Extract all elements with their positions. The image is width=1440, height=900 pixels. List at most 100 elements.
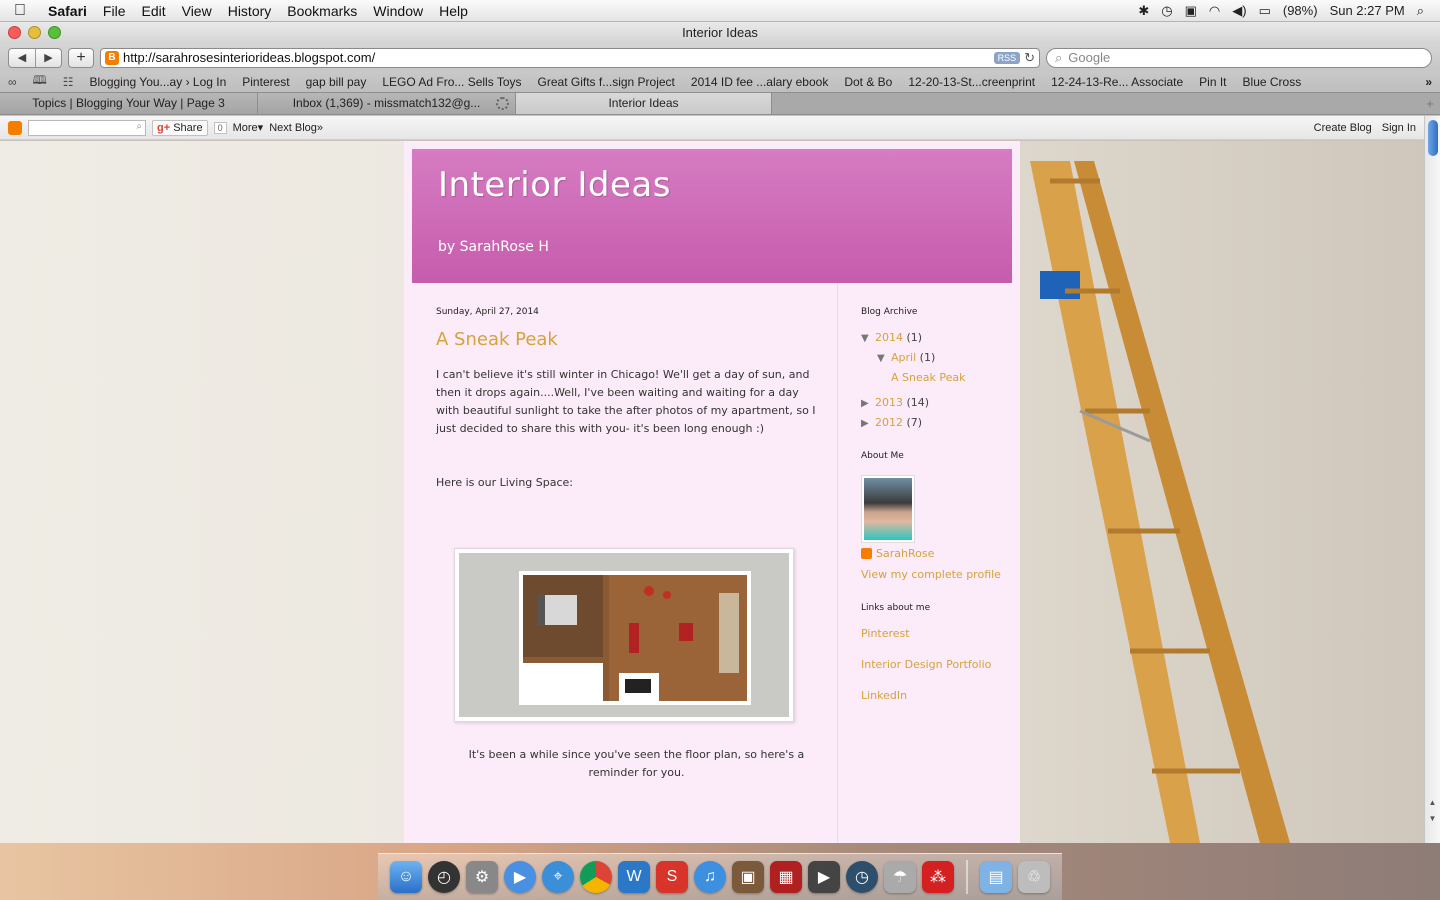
- menu-bookmarks[interactable]: Bookmarks: [279, 3, 365, 19]
- sketchup-icon[interactable]: S: [656, 861, 688, 893]
- collapse-triangle-icon[interactable]: ▼: [877, 353, 891, 364]
- downloads-folder-icon[interactable]: ▤: [980, 861, 1012, 893]
- bookmark-item[interactable]: gap bill pay: [306, 75, 367, 89]
- wifi-icon[interactable]: ◠: [1209, 3, 1220, 19]
- itunes-icon[interactable]: ♫: [694, 861, 726, 893]
- archive-post[interactable]: A Sneak Peak: [861, 371, 1008, 384]
- next-blog-link[interactable]: Next Blog»: [269, 122, 323, 134]
- time-machine-icon[interactable]: ◷: [846, 861, 878, 893]
- link-portfolio[interactable]: Interior Design Portfolio: [861, 658, 1008, 671]
- profile-avatar[interactable]: [861, 475, 915, 543]
- spotlight-icon[interactable]: ⌕: [1417, 3, 1424, 19]
- app-store-icon[interactable]: ☂: [884, 861, 916, 893]
- archive-year-2013[interactable]: ▶ 2013 (14): [861, 396, 1008, 409]
- address-bar[interactable]: B http://sarahrosesinteriorideas.blogspo…: [100, 47, 1040, 68]
- link-pinterest[interactable]: Pinterest: [861, 627, 1008, 640]
- more-menu[interactable]: More▾: [233, 121, 264, 134]
- finder-icon[interactable]: ☺: [390, 861, 422, 893]
- menu-edit[interactable]: Edit: [133, 3, 173, 19]
- archive-year-2012[interactable]: ▶ 2012 (7): [861, 416, 1008, 429]
- floor-plan-image[interactable]: [454, 548, 794, 722]
- menu-window[interactable]: Window: [365, 3, 431, 19]
- bookmark-item[interactable]: Blue Cross: [1243, 75, 1302, 89]
- archive-post-link[interactable]: A Sneak Peak: [891, 371, 965, 384]
- dashboard-icon[interactable]: ◴: [428, 861, 460, 893]
- safari-icon[interactable]: ⌖: [542, 861, 574, 893]
- menu-help[interactable]: Help: [431, 3, 476, 19]
- expand-triangle-icon[interactable]: ▶: [861, 418, 875, 429]
- archive-month-april[interactable]: ▼ April (1): [861, 351, 1008, 364]
- tab-interior-ideas[interactable]: Interior Ideas: [516, 93, 772, 114]
- google-plus-share-button[interactable]: g+ Share: [152, 119, 208, 136]
- volume-icon[interactable]: ◀): [1232, 3, 1246, 19]
- blog-title[interactable]: Interior Ideas: [438, 165, 986, 205]
- search-field[interactable]: ⌕ Google: [1046, 47, 1432, 68]
- rss-button[interactable]: RSS: [993, 51, 1021, 64]
- new-tab-icon[interactable]: +: [1420, 93, 1440, 114]
- quicktime-icon[interactable]: ▶: [808, 861, 840, 893]
- iphoto-icon[interactable]: ▣: [732, 861, 764, 893]
- apple-icon[interactable]: : [0, 2, 40, 20]
- bookmark-item[interactable]: 12-24-13-Re... Associate: [1051, 75, 1183, 89]
- scroll-up-arrow-icon[interactable]: ▲: [1425, 798, 1440, 807]
- zoom-window-button[interactable]: [48, 26, 61, 39]
- profile-name[interactable]: SarahRose: [876, 547, 934, 560]
- archive-month-link[interactable]: April: [891, 351, 916, 364]
- clock[interactable]: Sun 2:27 PM: [1330, 3, 1405, 18]
- tab-topics[interactable]: Topics | Blogging Your Way | Page 3: [0, 93, 258, 114]
- add-bookmark-button[interactable]: +: [68, 47, 94, 68]
- battery-icon[interactable]: ▭: [1259, 3, 1271, 19]
- bookmarks-overflow-icon[interactable]: »: [1425, 75, 1432, 89]
- acrobat-icon[interactable]: ⁂: [922, 861, 954, 893]
- bluetooth-icon[interactable]: ✱: [1138, 3, 1149, 19]
- collapse-triangle-icon[interactable]: ▼: [861, 333, 875, 344]
- bookmark-item[interactable]: Blogging You...ay › Log In: [89, 75, 226, 89]
- trash-icon[interactable]: ♲: [1018, 861, 1050, 893]
- share-count: 0: [213, 121, 227, 134]
- blogger-logo-icon[interactable]: [8, 120, 22, 135]
- menu-history[interactable]: History: [220, 3, 280, 19]
- archive-year-link[interactable]: 2014: [875, 331, 903, 344]
- system-preferences-icon[interactable]: ⚙: [466, 861, 498, 893]
- chrome-icon[interactable]: [580, 861, 612, 893]
- vertical-scrollbar[interactable]: ▲ ▼: [1424, 116, 1440, 843]
- reload-icon[interactable]: ↻: [1024, 50, 1035, 66]
- minimize-window-button[interactable]: [28, 26, 41, 39]
- bookmarks-book-icon[interactable]: 🕮: [33, 71, 47, 92]
- menu-file[interactable]: File: [95, 3, 134, 19]
- bookmark-item[interactable]: 12-20-13-St...creenprint: [908, 75, 1035, 89]
- bookmark-item[interactable]: 2014 ID fee ...alary ebook: [691, 75, 828, 89]
- scrollbar-thumb[interactable]: [1428, 120, 1438, 156]
- url-text[interactable]: http://sarahrosesinteriorideas.blogspot.…: [123, 50, 990, 65]
- expand-triangle-icon[interactable]: ▶: [861, 398, 875, 409]
- sign-in-link[interactable]: Sign In: [1382, 122, 1416, 134]
- back-button[interactable]: ◀: [9, 49, 35, 67]
- bookmark-item[interactable]: Great Gifts f...sign Project: [538, 75, 675, 89]
- profile-name-link[interactable]: SarahRose: [861, 547, 1008, 560]
- photo-booth-icon[interactable]: ▦: [770, 861, 802, 893]
- top-sites-grid-icon[interactable]: ☷: [63, 75, 74, 89]
- bookmark-item[interactable]: Dot & Bo: [844, 75, 892, 89]
- reading-list-icon[interactable]: ∞: [8, 75, 17, 89]
- bookmark-item[interactable]: LEGO Ad Fro... Sells Toys: [382, 75, 521, 89]
- bookmark-item[interactable]: Pin It: [1199, 75, 1226, 89]
- menu-view[interactable]: View: [174, 3, 220, 19]
- archive-year-link[interactable]: 2012: [875, 416, 903, 429]
- word-icon[interactable]: W: [618, 861, 650, 893]
- view-profile-link[interactable]: View my complete profile: [861, 568, 1008, 581]
- create-blog-link[interactable]: Create Blog: [1314, 122, 1372, 134]
- link-linkedin[interactable]: LinkedIn: [861, 689, 1008, 702]
- forward-button[interactable]: ▶: [35, 48, 61, 67]
- blog-search-input[interactable]: ⌕: [28, 119, 146, 136]
- bookmark-item[interactable]: Pinterest: [242, 75, 289, 89]
- display-icon[interactable]: ▣: [1185, 3, 1197, 19]
- facetime-icon[interactable]: ▶: [504, 861, 536, 893]
- close-window-button[interactable]: [8, 26, 21, 39]
- time-machine-icon[interactable]: ◷: [1161, 3, 1172, 19]
- tab-inbox[interactable]: Inbox (1,369) - missmatch132@g...: [258, 93, 516, 114]
- archive-year-2014[interactable]: ▼ 2014 (1): [861, 331, 1008, 344]
- menu-app-safari[interactable]: Safari: [40, 3, 95, 19]
- scroll-down-arrow-icon[interactable]: ▼: [1425, 814, 1440, 823]
- archive-year-link[interactable]: 2013: [875, 396, 903, 409]
- post-title[interactable]: A Sneak Peak: [436, 329, 837, 350]
